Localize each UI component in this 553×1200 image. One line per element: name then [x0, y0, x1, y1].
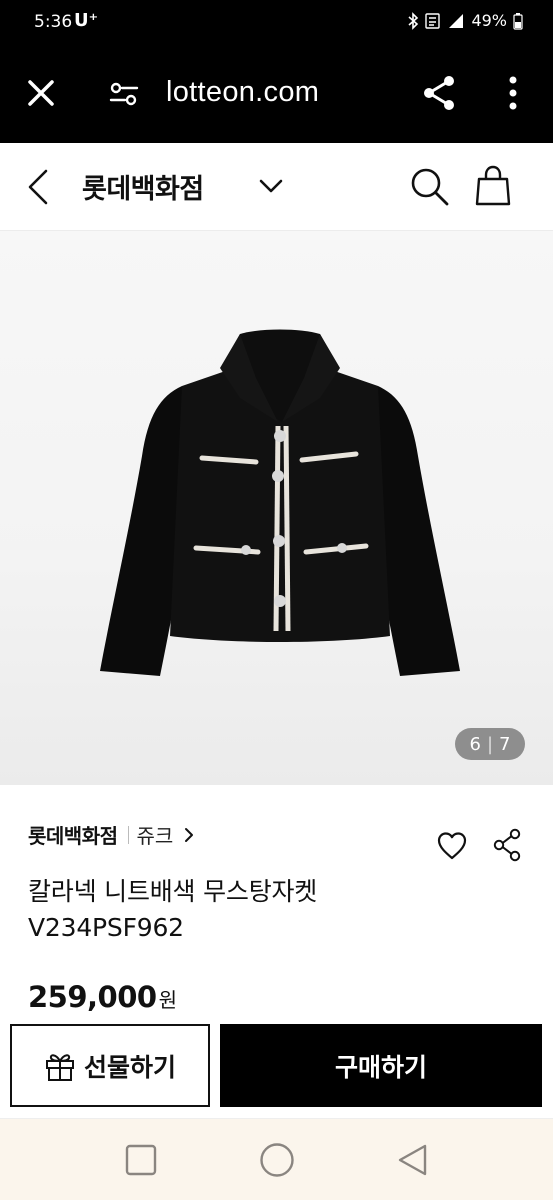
status-bar: 5:36 U⁺ 49%: [0, 0, 553, 46]
status-carrier: U⁺: [74, 10, 99, 31]
image-counter-current: 6: [469, 733, 481, 755]
status-time: 5:36: [34, 12, 73, 32]
brand-name: 롯데백화점: [28, 824, 118, 848]
close-icon[interactable]: [24, 76, 58, 110]
back-icon[interactable]: [24, 167, 52, 207]
volte-icon: [425, 12, 441, 29]
product-image[interactable]: [0, 231, 553, 785]
browser-toolbar: lotteon.com: [0, 46, 553, 143]
battery-percent: 49%: [471, 11, 507, 30]
brand-link[interactable]: 롯데백화점 쥬크: [28, 820, 195, 849]
image-counter-separator: |: [486, 733, 494, 755]
search-icon[interactable]: [408, 165, 450, 207]
heart-icon[interactable]: [436, 830, 468, 862]
system-navigation-bar: [0, 1118, 553, 1200]
recent-apps-icon[interactable]: [124, 1143, 158, 1177]
price-value: 259,000: [28, 980, 157, 1014]
home-icon[interactable]: [258, 1141, 296, 1179]
battery-icon: [513, 12, 523, 30]
site-settings-icon[interactable]: [108, 80, 140, 108]
price-currency: 원: [158, 988, 177, 1012]
sub-brand-name: 쥬크: [136, 824, 174, 848]
buy-button[interactable]: 구매하기: [220, 1024, 542, 1107]
more-icon[interactable]: [500, 74, 526, 112]
url-text[interactable]: lotteon.com: [166, 76, 319, 109]
gift-icon: [45, 1053, 74, 1081]
brand-divider: [127, 825, 129, 844]
buy-button-label: 구매하기: [334, 1052, 427, 1082]
price: 259,000 원: [28, 980, 177, 1014]
image-counter: 6 | 7: [455, 728, 525, 760]
chevron-right-icon: [185, 827, 194, 842]
purchase-action-bar: 선물하기 구매하기: [0, 1014, 553, 1118]
chevron-down-icon[interactable]: [258, 175, 284, 197]
signal-icon: [449, 13, 464, 28]
store-title[interactable]: 롯데백화점: [82, 167, 204, 206]
gift-button-label: 선물하기: [83, 1052, 176, 1082]
app-header: 롯데백화점: [0, 143, 553, 231]
shopping-bag-icon[interactable]: [474, 165, 512, 207]
nav-back-icon[interactable]: [394, 1141, 432, 1179]
jacket-image: [100, 329, 460, 676]
image-counter-total: 7: [499, 733, 511, 755]
product-name: 칼라넥 니트배색 무스탕자켓 V234PSF962: [28, 877, 318, 942]
bluetooth-icon: [408, 11, 419, 30]
gift-button[interactable]: 선물하기: [10, 1024, 210, 1107]
share-icon[interactable]: [492, 828, 522, 862]
status-indicators: 49%: [407, 11, 523, 30]
share-icon[interactable]: [420, 74, 458, 112]
